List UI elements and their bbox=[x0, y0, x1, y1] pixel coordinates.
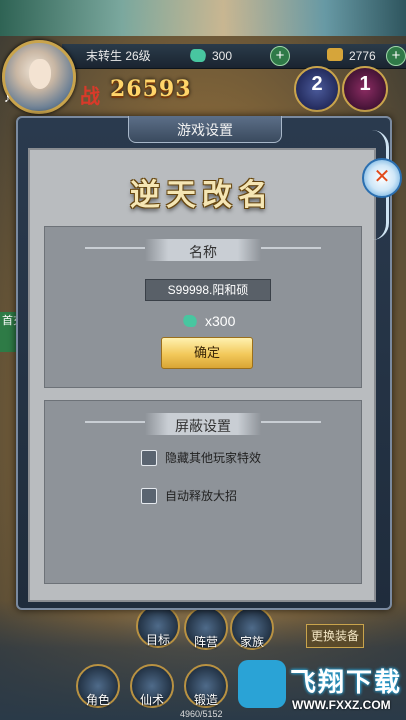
dialog-titlebar: 游戏设置 bbox=[128, 116, 282, 143]
watermark-name: 飞翔下载 bbox=[290, 667, 403, 697]
character-label: 角色 bbox=[85, 693, 110, 707]
header-flourish-right bbox=[261, 421, 321, 423]
forge-button[interactable]: 锻造 bbox=[184, 664, 228, 708]
character-button[interactable]: 角色 bbox=[76, 664, 120, 708]
hide-effects-checkbox[interactable] bbox=[141, 450, 157, 466]
combat-power: 26593 bbox=[110, 76, 192, 102]
header-flourish-left bbox=[85, 247, 145, 249]
family-button[interactable]: 家族 bbox=[230, 606, 274, 650]
dialog-title: 游戏设置 bbox=[177, 122, 233, 138]
change-equipment-button[interactable]: 更换装备 bbox=[306, 624, 364, 648]
skill-label: 仙术 bbox=[139, 693, 164, 707]
family-label: 家族 bbox=[239, 635, 264, 649]
shield-panel: 屏蔽设置 隐藏其他玩家特效 自动释放大招 bbox=[44, 400, 362, 584]
auto-ultimate-checkbox[interactable] bbox=[141, 488, 157, 504]
hide-effects-label: 隐藏其他玩家特效 bbox=[165, 451, 262, 465]
exp-readout: 4960/5152 bbox=[180, 709, 223, 719]
target-label: 目标 bbox=[145, 633, 170, 647]
camp-label: 阵营 bbox=[193, 635, 218, 649]
svip-level: 1 bbox=[359, 73, 371, 95]
gold-icon bbox=[327, 48, 343, 61]
close-button[interactable]: ✕ bbox=[362, 158, 402, 198]
name-field[interactable]: S99998.阳和硕 bbox=[145, 279, 271, 301]
camp-button[interactable]: 阵营 bbox=[184, 606, 228, 650]
section-header: 屏蔽设置 bbox=[145, 413, 261, 435]
watermark-url: WWW.FXXZ.COM bbox=[292, 698, 391, 712]
rename-panel: 名称 S99998.阳和硕 x300 确定 bbox=[44, 226, 362, 388]
shield-section-title: 屏蔽设置 bbox=[175, 418, 231, 434]
rename-cost: x300 bbox=[205, 313, 236, 329]
add-jade-button[interactable]: + bbox=[270, 46, 290, 66]
music-icon[interactable]: ♪ bbox=[4, 90, 20, 106]
close-icon: ✕ bbox=[373, 166, 391, 188]
section-header: 名称 bbox=[145, 239, 261, 261]
level-label: 末转生 26级 bbox=[86, 49, 151, 63]
avatar-face bbox=[29, 59, 51, 89]
auto-ultimate-label: 自动释放大招 bbox=[165, 489, 238, 503]
confirm-button[interactable]: 确定 bbox=[161, 337, 253, 369]
header-flourish-left bbox=[85, 421, 145, 423]
target-button[interactable]: 目标 bbox=[136, 604, 180, 648]
name-section-title: 名称 bbox=[189, 244, 217, 260]
rename-title: 逆天改名 bbox=[130, 178, 274, 213]
skill-button[interactable]: 仙术 bbox=[130, 664, 174, 708]
jade-icon bbox=[188, 49, 208, 62]
svip-badge[interactable]: 1 bbox=[342, 66, 388, 112]
header-flourish-right bbox=[261, 247, 321, 249]
watermark-logo-icon bbox=[238, 660, 286, 708]
top-banner bbox=[0, 0, 406, 36]
jade-icon bbox=[181, 315, 199, 327]
jade-count: 300 bbox=[212, 49, 233, 63]
forge-label: 锻造 bbox=[193, 693, 218, 707]
add-gold-button[interactable]: + bbox=[386, 46, 406, 66]
dialog-body: 逆天改名 名称 S99998.阳和硕 x300 确定 屏蔽设置 隐藏其他玩家特效 bbox=[28, 148, 376, 602]
gold-count: 2776 bbox=[349, 49, 376, 63]
settings-dialog: 游戏设置 逆天改名 名称 S99998.阳和硕 x300 确定 屏蔽设置 隐藏其… bbox=[16, 116, 392, 610]
vip-badge[interactable]: 2 bbox=[294, 66, 340, 112]
power-icon: 战 bbox=[80, 86, 100, 108]
vip-level: 2 bbox=[311, 73, 323, 95]
